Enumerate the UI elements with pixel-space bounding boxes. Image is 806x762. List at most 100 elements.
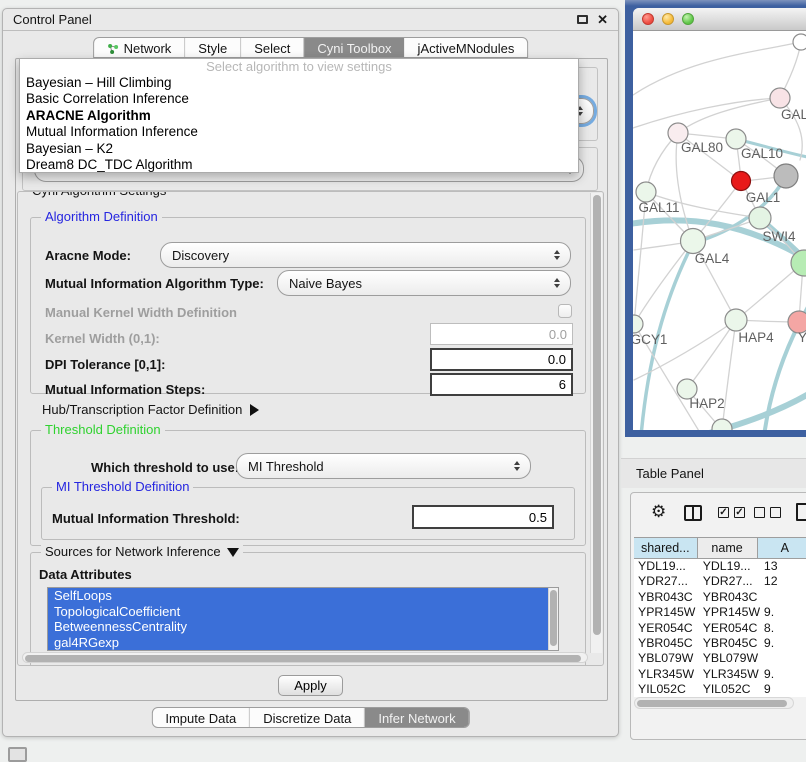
tab-cyni-toolbox[interactable]: Cyni Toolbox — [304, 38, 404, 57]
hub-definition-expander[interactable]: Hub/Transcription Factor Definition — [42, 402, 259, 417]
column-header[interactable]: shared... — [634, 538, 698, 558]
table-row[interactable]: YIL052CYIL052C9 — [634, 682, 806, 697]
column-header[interactable]: name — [698, 538, 758, 558]
mi-threshold-field[interactable] — [412, 505, 554, 529]
table-row[interactable]: YLR345WYLR345W9. — [634, 667, 806, 682]
algorithm-option[interactable]: Mutual Information Inference — [20, 124, 578, 140]
network-canvas[interactable]: GALGAL80GAL10GAL1GAL11SWI4GAL4GCY1HAP4YH… — [633, 31, 806, 430]
close-icon[interactable]: ✕ — [597, 15, 608, 25]
table-row[interactable]: YDL19...YDL19...13 — [634, 559, 806, 574]
zoom-light-icon[interactable] — [682, 13, 694, 25]
dpi-tolerance-field[interactable] — [430, 348, 573, 371]
network-node-GAL[interactable] — [770, 88, 790, 108]
table-panel-title: Table Panel — [636, 466, 704, 481]
close-light-icon[interactable] — [642, 13, 654, 25]
data-attribute-item[interactable]: BetweennessCentrality — [48, 619, 558, 635]
algorithm-option[interactable]: ARACNE Algorithm — [20, 108, 578, 124]
table-row[interactable]: YBL079WYBL079W — [634, 651, 806, 666]
mi-algorithm-type-combobox[interactable]: Naive Bayes — [277, 270, 571, 296]
tab-infer-network[interactable]: Infer Network — [365, 708, 468, 727]
column-header[interactable]: A — [758, 538, 806, 558]
table-cell: YBR045C — [699, 636, 760, 651]
network-node-GAL11[interactable] — [636, 182, 656, 202]
float-window-icon[interactable] — [577, 15, 588, 24]
gear-icon[interactable]: ⚙ — [651, 502, 666, 522]
table-cell: YBR043C — [634, 590, 699, 605]
mi-type-value: Naive Bayes — [289, 276, 362, 291]
algorithm-option[interactable]: Dream8 DC_TDC Algorithm — [20, 157, 578, 173]
mi-steps-field[interactable] — [430, 373, 573, 396]
list-vertical-scrollbar[interactable] — [548, 588, 558, 651]
scrollbar-thumb[interactable] — [637, 700, 787, 707]
network-node-GCY1[interactable] — [633, 315, 643, 333]
which-threshold-combobox[interactable]: MI Threshold — [236, 453, 531, 479]
dock-mini-icon[interactable] — [8, 747, 27, 762]
checked-checkbox-icon[interactable]: ✓ — [734, 507, 745, 518]
bottom-tabbar: Impute Data Discretize Data Infer Networ… — [151, 707, 469, 728]
columns-icon[interactable] — [684, 505, 702, 521]
data-attribute-item[interactable]: TopologicalCoefficient — [48, 604, 558, 620]
combo-arrows-icon — [554, 278, 560, 288]
table-row[interactable]: YER054CYER054C8. — [634, 621, 806, 636]
tab-impute-data[interactable]: Impute Data — [152, 708, 250, 727]
table-cell: YIL052C — [634, 682, 699, 697]
network-node[interactable] — [712, 419, 732, 430]
table-row[interactable]: YBR045CYBR045C9. — [634, 636, 806, 651]
algorithm-option[interactable]: Bayesian – Hill Climbing — [20, 75, 578, 91]
tab-style[interactable]: Style — [185, 38, 241, 57]
network-node-GAL4[interactable] — [681, 229, 706, 254]
unchecked-checkbox-icon[interactable] — [754, 507, 765, 518]
aracne-mode-combobox[interactable]: Discovery — [160, 242, 571, 268]
scrollbar-thumb[interactable] — [593, 195, 601, 635]
network-node-SWI4[interactable] — [749, 207, 771, 229]
table-cell: 8. — [760, 621, 806, 636]
unchecked-checkbox-icon[interactable] — [770, 507, 781, 518]
settings-vertical-scrollbar[interactable] — [590, 193, 602, 653]
table-horizontal-scrollbar[interactable] — [634, 697, 794, 709]
table-toolbar: ⚙ ✓ ✓ — [631, 493, 806, 535]
network-node-HAP4[interactable] — [725, 309, 747, 331]
scrollbar-thumb[interactable] — [25, 655, 581, 662]
data-attribute-item[interactable]: SelfLoops — [48, 588, 558, 604]
network-node[interactable] — [774, 164, 798, 188]
table-cell: YBR045C — [634, 636, 699, 651]
network-window-titlebar[interactable] — [633, 8, 806, 31]
algorithm-option[interactable]: Basic Correlation Inference — [20, 91, 578, 107]
table-cell: YPR145W — [699, 605, 760, 620]
node-label: GAL10 — [741, 146, 783, 161]
tab-discretize-data[interactable]: Discretize Data — [250, 708, 365, 727]
table-row[interactable]: YBR043CYBR043C — [634, 590, 806, 605]
cyni-algorithm-settings-group: Cyni Algorithm Settings Algorithm Defini… — [17, 191, 604, 666]
table-row[interactable]: YPR145WYPR145W9. — [634, 605, 806, 620]
algorithm-option[interactable]: Bayesian – K2 — [20, 141, 578, 157]
tab-jactivemnodules[interactable]: jActiveMNodules — [405, 38, 528, 57]
data-attribute-item[interactable]: gal4RGexp — [48, 635, 558, 651]
table-body: YDL19...YDL19...13YDR27...YDR27...12YBR0… — [634, 559, 806, 697]
scrollbar-thumb[interactable] — [550, 590, 557, 646]
page-icon[interactable] — [796, 503, 806, 521]
tab-select[interactable]: Select — [241, 38, 304, 57]
node-label: HAP2 — [689, 396, 724, 411]
control-panel-titlebar: Control Panel ✕ — [3, 9, 618, 31]
table-cell: YER054C — [634, 621, 699, 636]
kernel-width-field[interactable] — [430, 323, 573, 345]
checked-checkbox-icon[interactable]: ✓ — [718, 507, 729, 518]
tab-network-label: Network — [124, 41, 172, 56]
network-node-GAL1[interactable] — [732, 172, 751, 191]
table-cell: 13 — [760, 559, 806, 574]
manual-kernel-label: Manual Kernel Width Definition — [45, 305, 237, 320]
network-node[interactable] — [793, 34, 806, 50]
tab-network[interactable]: Network — [94, 38, 186, 57]
algorithm-definition-group: Algorithm Definition Aracne Mode: Discov… — [30, 217, 586, 394]
node-label: Y — [798, 330, 806, 345]
apply-button[interactable]: Apply — [278, 675, 343, 696]
settings-horizontal-scrollbar[interactable] — [22, 652, 588, 663]
table-row[interactable]: YDR27...YDR27...12 — [634, 574, 806, 589]
manual-kernel-checkbox[interactable] — [558, 304, 572, 318]
node-label: HAP4 — [738, 330, 774, 345]
table-cell: YBL079W — [634, 651, 699, 666]
minimize-light-icon[interactable] — [662, 13, 674, 25]
sources-expander[interactable]: Sources for Network Inference — [41, 544, 243, 559]
table-cell: YBL079W — [699, 651, 760, 666]
network-graph: GALGAL80GAL10GAL1GAL11SWI4GAL4GCY1HAP4YH… — [633, 31, 806, 430]
